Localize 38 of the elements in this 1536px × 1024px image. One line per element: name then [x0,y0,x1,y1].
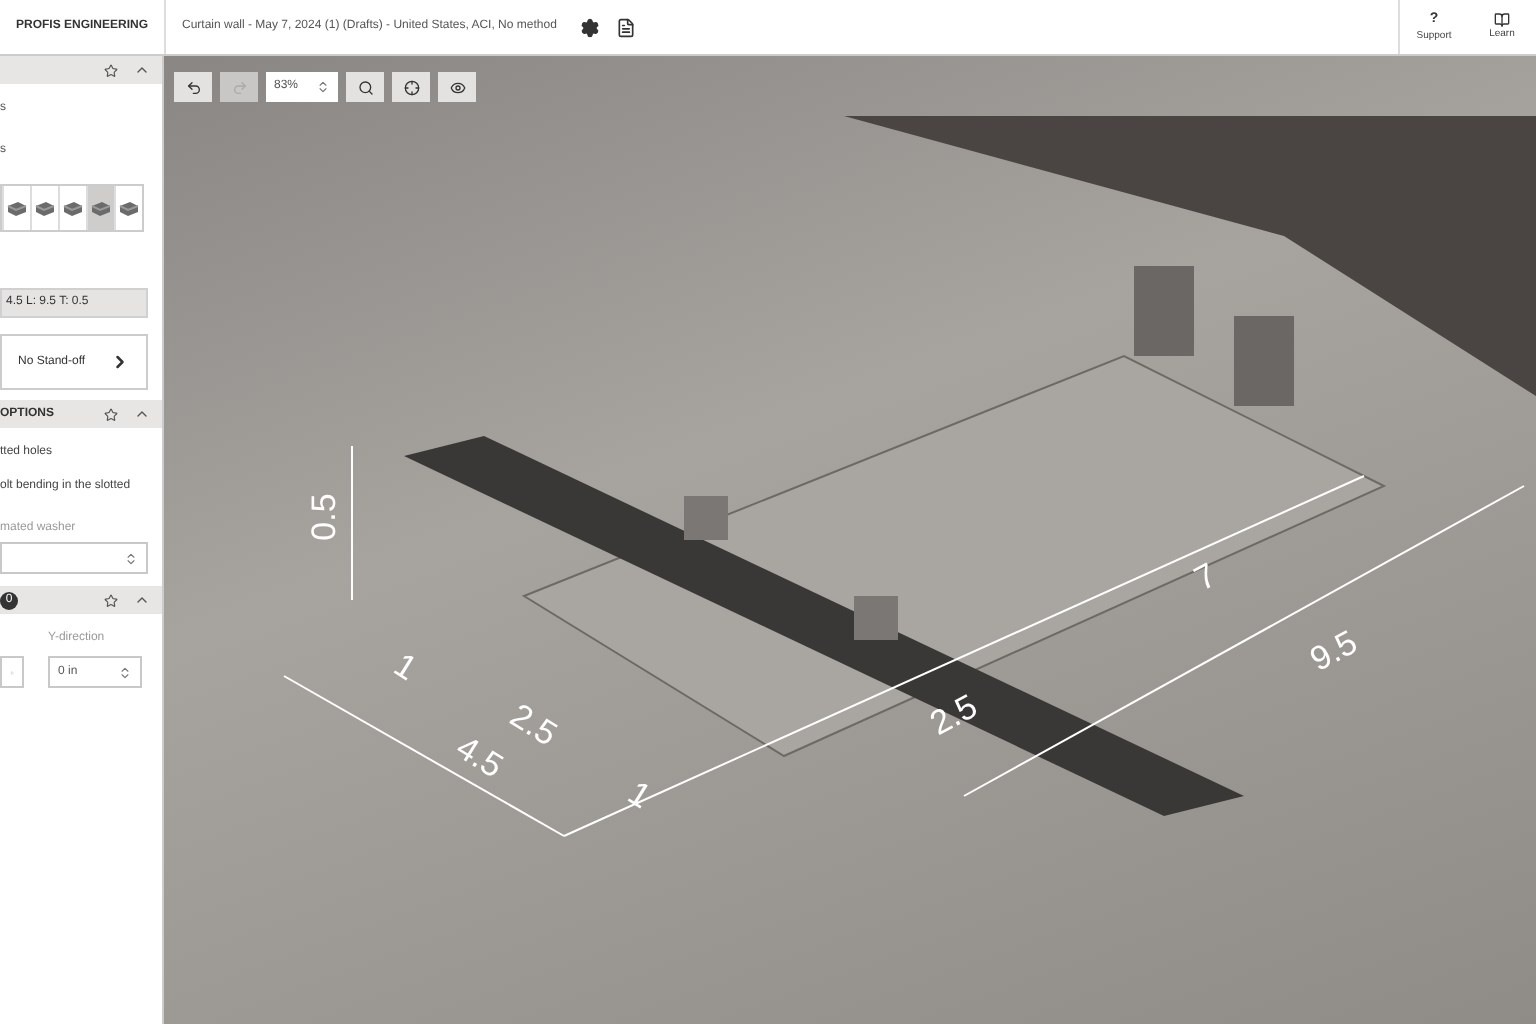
number-field[interactable] [0,542,148,574]
crosshair-icon [403,79,419,95]
star-icon[interactable] [104,593,118,607]
plate-type-tile[interactable] [58,186,86,230]
plate-type-tile[interactable] [2,186,30,230]
undo-icon [185,79,201,95]
eye-icon [449,79,465,95]
number-field[interactable] [0,656,24,688]
collapse-icon[interactable] [134,62,150,78]
collapse-icon[interactable] [134,592,150,608]
star-icon[interactable] [104,63,118,77]
chevron-icon [110,352,130,372]
book-icon [1494,11,1510,28]
dimension-label: 2.5 [504,698,563,752]
plate-type-tile[interactable] [86,186,114,230]
dimension-label: 1 [388,647,423,687]
dimension-label: 2.5 [924,688,983,742]
plate-icon [62,199,84,217]
dimension-label: 7 [1189,557,1222,597]
undo-button[interactable] [174,72,212,102]
dimension-label: 4.5 [450,730,509,784]
plate-icon [34,199,56,217]
search-icon [357,79,373,95]
collapse-icon[interactable] [134,406,150,422]
redo-icon [231,79,247,95]
plate-icon [118,199,140,217]
document-icon[interactable] [616,17,637,37]
plate-icon [90,199,112,217]
center-button[interactable] [392,72,430,102]
dimension-label: 1 [622,775,657,815]
visibility-button[interactable] [438,72,476,102]
star-icon[interactable] [104,407,118,421]
plate-icon [6,199,28,217]
dimension-label: 9.5 [1304,624,1363,678]
dimension-label: 0.5 [306,493,341,541]
plate-type-tile[interactable] [114,186,142,230]
search-button[interactable] [346,72,384,102]
plate-type-tile[interactable] [30,186,58,230]
